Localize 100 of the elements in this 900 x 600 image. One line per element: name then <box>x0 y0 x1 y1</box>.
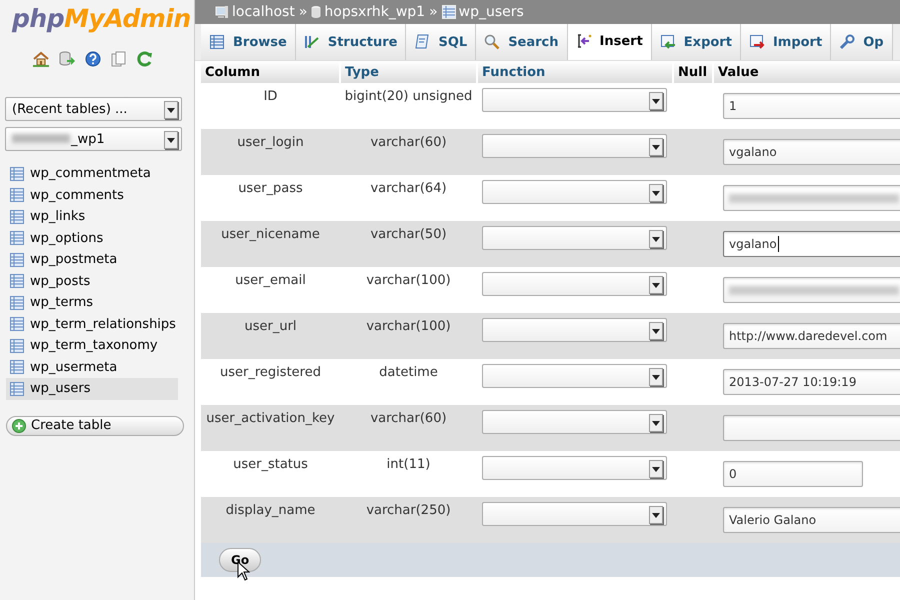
column-header: Column <box>201 61 340 83</box>
table-item[interactable]: wp_commentmeta <box>6 163 178 184</box>
table-icon <box>10 188 24 202</box>
function-select[interactable] <box>482 226 667 250</box>
caret-icon <box>167 108 175 112</box>
logo[interactable]: phpMyAdmin <box>0 0 191 33</box>
breadcrumb-link[interactable]: wp_users <box>458 4 524 20</box>
table-icon <box>10 296 24 310</box>
function-select[interactable] <box>482 364 667 388</box>
tab[interactable]: Structure <box>296 24 406 60</box>
caret-icon <box>167 138 175 142</box>
table-icon <box>10 166 24 181</box>
function-select[interactable] <box>482 456 667 480</box>
column-type: int(11) <box>386 456 432 472</box>
value-input[interactable]: 1 <box>723 93 900 119</box>
value-input[interactable] <box>723 415 900 441</box>
function-select[interactable] <box>482 272 667 296</box>
caret-icon <box>652 374 660 380</box>
table-icon <box>442 5 456 19</box>
recent-tables-select[interactable]: (Recent tables) ... <box>5 97 182 121</box>
function-select[interactable] <box>482 502 667 526</box>
table-icon <box>10 338 24 353</box>
caret-icon <box>652 466 660 472</box>
documents-icon[interactable] <box>111 51 127 67</box>
table-icon <box>10 382 24 396</box>
scroll-icon <box>414 34 430 50</box>
create-table-button[interactable]: Create table <box>6 416 184 436</box>
caret-icon <box>652 190 660 196</box>
column-type: varchar(250) <box>365 502 452 518</box>
breadcrumb-link[interactable]: localhost <box>232 4 295 20</box>
column-header: Function <box>477 61 673 83</box>
function-select[interactable] <box>482 134 667 158</box>
import-icon <box>748 34 765 50</box>
column-name: display_name <box>224 502 316 518</box>
insert-icon <box>576 33 592 49</box>
table-icon <box>10 231 24 246</box>
tab[interactable]: Import <box>740 24 832 60</box>
value-input[interactable]: vgalano <box>723 139 900 165</box>
function-select[interactable] <box>482 88 667 112</box>
caret-icon <box>652 328 660 334</box>
table-item[interactable]: wp_term_relationships <box>6 314 178 335</box>
column-name: user_login <box>236 134 305 150</box>
tab[interactable]: SQL <box>406 24 476 60</box>
table-item[interactable]: wp_posts <box>6 270 178 292</box>
go-button[interactable]: Go <box>219 548 262 572</box>
function-select[interactable] <box>482 410 667 434</box>
table-item[interactable]: wp_term_taxonomy <box>6 335 178 356</box>
table-item[interactable]: wp_postmeta <box>6 249 178 270</box>
column-type: datetime <box>378 364 439 380</box>
breadcrumb-separator: » <box>298 4 308 20</box>
column-name: user_pass <box>237 180 304 196</box>
value-input[interactable]: vgalano <box>723 231 900 257</box>
function-select[interactable] <box>482 180 667 204</box>
table-item[interactable]: wp_usermeta <box>6 356 178 378</box>
tab[interactable]: Insert <box>568 24 652 60</box>
value-input[interactable]: http://www.daredevel.com <box>723 323 900 349</box>
blurred-text <box>12 134 70 142</box>
database-icon <box>311 5 322 19</box>
column-name: user_email <box>234 272 307 288</box>
table-item[interactable]: wp_options <box>6 228 178 249</box>
column-name: user_registered <box>219 364 322 380</box>
breadcrumb-link[interactable]: hopsxrhk_wp1 <box>324 4 426 20</box>
table-icon <box>10 252 24 267</box>
table-item[interactable]: wp_terms <box>6 292 178 314</box>
breadcrumb-separator: » <box>429 4 438 20</box>
caret-icon <box>652 144 660 150</box>
column-name: user_nicename <box>220 226 321 242</box>
table-item[interactable]: wp_comments <box>6 184 178 206</box>
table-icon <box>10 317 24 332</box>
value-input[interactable]: 2013-07-27 10:19:19 <box>723 369 900 395</box>
caret-icon <box>652 98 660 104</box>
value-input[interactable]: Valerio Galano <box>723 507 900 533</box>
column-type: varchar(64) <box>369 180 448 196</box>
column-name: user_url <box>243 318 298 334</box>
table-item[interactable]: wp_users <box>6 378 178 400</box>
tab[interactable]: Export <box>652 24 741 60</box>
database-arrow-icon[interactable] <box>59 51 75 67</box>
table-item[interactable]: wp_links <box>6 206 178 228</box>
table-icon <box>10 360 24 374</box>
text-caret <box>778 236 779 252</box>
column-header: Null <box>673 61 713 83</box>
tab[interactable]: Op <box>831 24 893 60</box>
tab[interactable]: Browse <box>201 24 296 60</box>
column-type: varchar(100) <box>365 272 452 288</box>
home-icon[interactable] <box>33 51 49 67</box>
table-icon <box>10 274 24 288</box>
column-type: varchar(50) <box>369 226 448 242</box>
plus-icon <box>12 418 26 432</box>
database-select[interactable]: _wp1 <box>5 127 182 151</box>
tab[interactable]: Search <box>476 24 568 60</box>
refresh-icon[interactable] <box>137 51 153 67</box>
wrench-icon <box>839 34 856 50</box>
table-icon <box>10 210 24 224</box>
value-input[interactable]: 0 <box>723 461 863 487</box>
column-type: bigint(20) unsigned <box>344 88 474 104</box>
search-icon <box>484 34 500 50</box>
function-select[interactable] <box>482 318 667 342</box>
value-input[interactable] <box>723 185 900 211</box>
value-input[interactable] <box>723 277 900 303</box>
help-icon[interactable] <box>85 51 101 67</box>
